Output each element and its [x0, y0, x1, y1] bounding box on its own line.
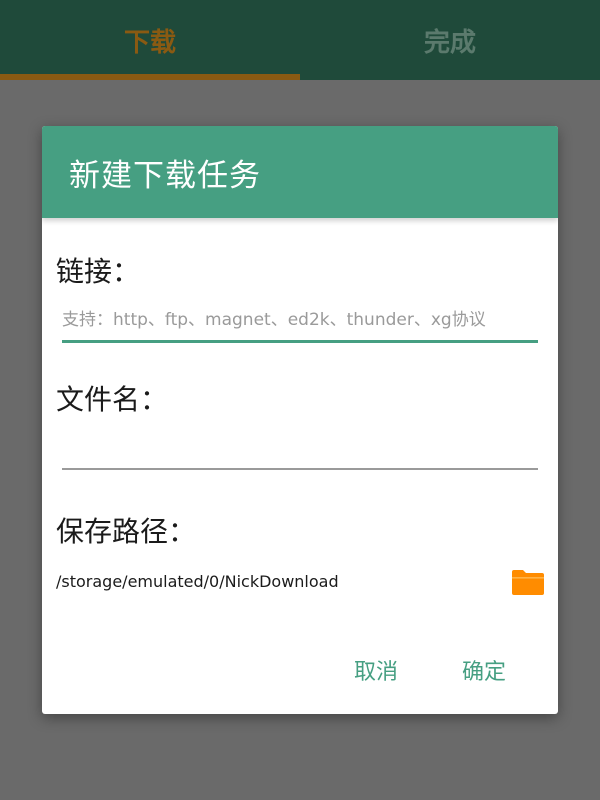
link-label: 链接： — [56, 255, 141, 288]
confirm-button[interactable]: 确定 — [454, 650, 514, 690]
filename-label: 文件名： — [56, 383, 169, 416]
tab-bar: 下载 完成 — [0, 0, 600, 80]
dialog-header: 新建下载任务 — [42, 126, 558, 218]
new-download-dialog: 新建下载任务 链接： 文件名： 保存路径： /storage/emulated/… — [42, 126, 558, 714]
tab-completed-label: 完成 — [423, 27, 476, 58]
tab-completed[interactable]: 完成 — [300, 0, 600, 80]
save-path-value: /storage/emulated/0/NickDownload — [56, 572, 339, 591]
filename-input[interactable] — [62, 432, 538, 470]
choose-folder-button[interactable] — [510, 566, 546, 598]
cancel-button[interactable]: 取消 — [346, 650, 406, 690]
dialog-title: 新建下载任务 — [69, 157, 261, 194]
save-path-label: 保存路径： — [56, 515, 197, 548]
folder-icon — [512, 570, 544, 595]
link-input[interactable] — [62, 306, 538, 343]
tab-downloading-label: 下载 — [123, 27, 176, 58]
tab-downloading[interactable]: 下载 — [0, 0, 300, 80]
